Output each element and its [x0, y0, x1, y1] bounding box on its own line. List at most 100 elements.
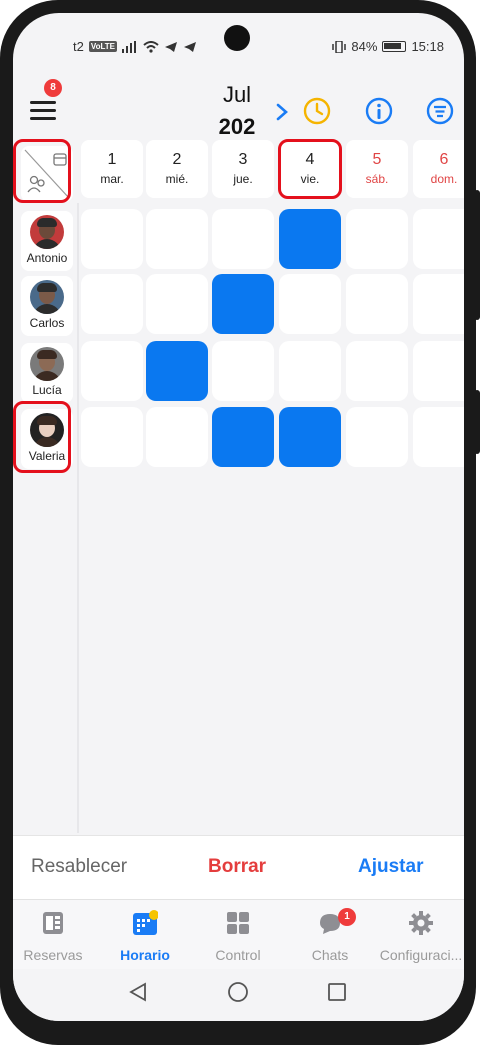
day-number: 3	[238, 151, 248, 168]
shift-cell-empty[interactable]	[413, 274, 464, 334]
year-label: 202	[218, 114, 256, 139]
day-number: 5	[372, 151, 382, 168]
day-name: mié.	[165, 172, 189, 186]
battery-icon	[382, 41, 407, 52]
tab-label: Chats	[311, 947, 349, 963]
filter-icon[interactable]	[426, 97, 454, 125]
shift-cell-empty[interactable]	[146, 274, 208, 334]
adjust-button[interactable]: Ajustar	[358, 856, 423, 878]
day-header-6[interactable]: 6 dom.	[413, 140, 464, 198]
shift-cell-empty[interactable]	[81, 209, 143, 269]
day-number: 1	[107, 151, 117, 168]
volte-badge: VoLTE	[88, 41, 117, 52]
highlight-day-4	[278, 139, 342, 199]
schedule-icon	[133, 910, 159, 935]
screen: t2 VoLTE 84% 15:18 8 Jul 202 1 mar. 2 mi…	[13, 13, 464, 1021]
power-button	[474, 390, 480, 454]
tab-control[interactable]: Control	[194, 910, 282, 963]
shift-cell-empty[interactable]	[413, 341, 464, 401]
shift-cell-empty[interactable]	[346, 274, 408, 334]
shift-cell-empty[interactable]	[212, 341, 274, 401]
shift-cell-empty[interactable]	[212, 209, 274, 269]
shift-cell-empty[interactable]	[81, 274, 143, 334]
highlight-valeria	[13, 401, 71, 473]
front-camera	[224, 25, 250, 51]
chats-badge: 1	[338, 908, 356, 926]
shift-cell-empty[interactable]	[81, 407, 143, 467]
bottom-tab-bar: Reservas Horario Control 1 Chats Configu…	[13, 899, 464, 969]
month-label: Jul	[222, 82, 252, 107]
telegram-icon	[184, 41, 196, 52]
employee-name: Carlos	[29, 316, 65, 330]
menu-button[interactable]	[30, 101, 56, 123]
highlight-corner	[13, 139, 71, 203]
day-header-2[interactable]: 2 mié.	[146, 140, 208, 198]
shift-cell-empty[interactable]	[346, 407, 408, 467]
tab-chats[interactable]: 1 Chats	[286, 908, 374, 963]
delete-button[interactable]: Borrar	[208, 856, 266, 878]
chevron-right-icon[interactable]	[275, 103, 289, 121]
day-header-3[interactable]: 3 jue.	[212, 140, 274, 198]
tab-label: Reservas	[23, 947, 83, 963]
shift-cell-assigned[interactable]	[146, 341, 208, 401]
day-name: jue.	[233, 172, 253, 186]
status-bar: t2 VoLTE 84% 15:18	[13, 13, 464, 75]
shift-cell-assigned[interactable]	[212, 407, 274, 467]
telegram-icon	[165, 41, 177, 52]
reset-button[interactable]: Resablecer	[31, 856, 127, 878]
info-icon[interactable]	[365, 97, 393, 125]
shift-cell-empty[interactable]	[279, 341, 341, 401]
tab-label: Horario	[120, 947, 170, 963]
shift-cell-empty[interactable]	[146, 407, 208, 467]
day-number: 2	[172, 151, 182, 168]
tab-reservas[interactable]: Reservas	[13, 910, 97, 963]
gear-icon	[409, 911, 433, 935]
wifi-icon	[143, 40, 159, 53]
avatar	[30, 215, 64, 249]
day-number: 6	[439, 151, 449, 168]
shift-cell-empty[interactable]	[413, 209, 464, 269]
carrier-label: t2	[73, 39, 84, 54]
vibrate-icon	[332, 40, 347, 53]
day-name: sáb.	[365, 172, 389, 186]
bookings-icon	[43, 912, 63, 934]
day-name: dom.	[430, 172, 458, 186]
signal-icon	[122, 40, 136, 53]
employee-name: Lucía	[32, 383, 62, 397]
shift-cell-empty[interactable]	[413, 407, 464, 467]
employee-antonio[interactable]: Antonio	[21, 211, 73, 271]
app-header: 8 Jul 202	[13, 73, 464, 145]
tab-configuracion[interactable]: Configuraci...	[377, 910, 464, 963]
shift-cell-empty[interactable]	[81, 341, 143, 401]
day-header-1[interactable]: 1 mar.	[81, 140, 143, 198]
clock-icon[interactable]	[303, 97, 331, 125]
volume-button	[474, 190, 480, 320]
shift-cell-assigned[interactable]	[279, 209, 341, 269]
shift-cell-empty[interactable]	[146, 209, 208, 269]
shift-cell-empty[interactable]	[346, 341, 408, 401]
column-divider	[77, 203, 79, 833]
menu-badge: 8	[44, 79, 62, 97]
shift-cell-empty[interactable]	[279, 274, 341, 334]
shift-cell-assigned[interactable]	[212, 274, 274, 334]
tab-label: Control	[215, 947, 261, 963]
avatar	[30, 347, 64, 381]
home-icon[interactable]	[227, 981, 249, 1003]
back-icon[interactable]	[127, 981, 149, 1003]
clock: 15:18	[411, 39, 444, 54]
shift-cell-assigned[interactable]	[279, 407, 341, 467]
avatar	[30, 280, 64, 314]
android-nav-bar	[13, 969, 464, 1021]
day-header-5[interactable]: 5 sáb.	[346, 140, 408, 198]
grid-icon	[227, 912, 249, 934]
day-name: mar.	[100, 172, 124, 186]
action-bar: Resablecer Borrar Ajustar	[13, 835, 464, 899]
battery-percent: 84%	[351, 39, 378, 54]
recents-icon[interactable]	[326, 981, 348, 1003]
tab-horario[interactable]: Horario	[101, 910, 189, 963]
employee-lucía[interactable]: Lucía	[21, 343, 73, 403]
tab-label: Configuraci...	[379, 947, 463, 963]
employee-name: Antonio	[26, 251, 68, 265]
shift-cell-empty[interactable]	[346, 209, 408, 269]
employee-carlos[interactable]: Carlos	[21, 276, 73, 336]
